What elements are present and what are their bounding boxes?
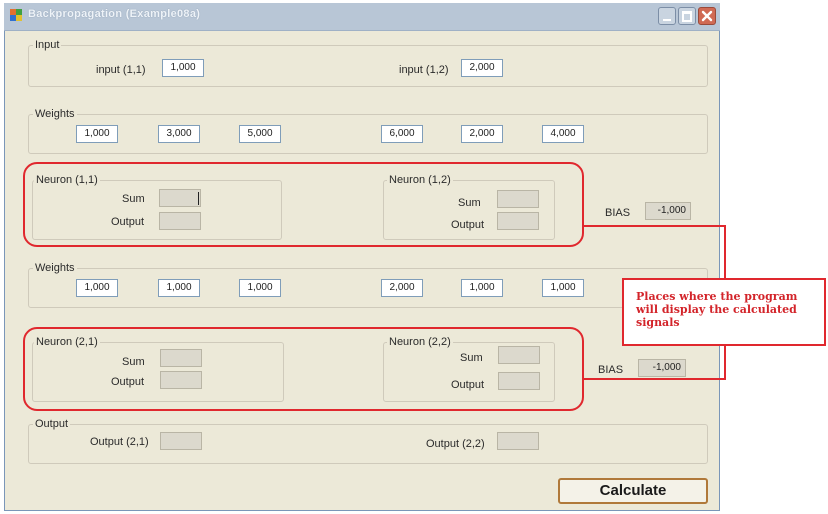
- minimize-icon[interactable]: [658, 7, 676, 25]
- weight2-field[interactable]: 1,000: [542, 279, 584, 297]
- weight1-field[interactable]: 1,000: [76, 125, 118, 143]
- output-2-2-field[interactable]: [497, 432, 539, 450]
- weights-layer1-group: [28, 114, 708, 154]
- weights-layer1-label: Weights: [33, 108, 77, 120]
- input-1-2-label: input (1,2): [399, 64, 449, 76]
- weight2-field[interactable]: 1,000: [461, 279, 503, 297]
- window-title: Backpropagation (Example08a): [28, 8, 201, 20]
- annotation-note: Places where the program will display th…: [622, 278, 826, 346]
- output-2-2-label: Output (2,2): [426, 438, 485, 450]
- output-2-1-label: Output (2,1): [90, 436, 149, 448]
- app-icon: [10, 9, 22, 21]
- output-2-1-field[interactable]: [160, 432, 202, 450]
- weights-layer2-label: Weights: [33, 262, 77, 274]
- weight1-field[interactable]: 2,000: [461, 125, 503, 143]
- weight1-field[interactable]: 6,000: [381, 125, 423, 143]
- input-1-1-label: input (1,1): [96, 64, 146, 76]
- highlight-layer1-outputs: [23, 162, 584, 247]
- weight1-field[interactable]: 5,000: [239, 125, 281, 143]
- input-1-1-field[interactable]: 1,000: [162, 59, 204, 77]
- input-group-label: Input: [33, 39, 62, 51]
- weight2-field[interactable]: 1,000: [76, 279, 118, 297]
- bias-1-field[interactable]: -1,000: [645, 202, 691, 220]
- weight2-field[interactable]: 2,000: [381, 279, 423, 297]
- weight2-field[interactable]: 1,000: [239, 279, 281, 297]
- weight1-field[interactable]: 3,000: [158, 125, 200, 143]
- input-1-2-field[interactable]: 2,000: [461, 59, 503, 77]
- weight2-field[interactable]: 1,000: [158, 279, 200, 297]
- weight1-field[interactable]: 4,000: [542, 125, 584, 143]
- output-group-label: Output: [33, 418, 71, 430]
- calculate-button[interactable]: Calculate: [558, 478, 708, 504]
- maximize-icon[interactable]: [678, 7, 696, 25]
- bias-1-label: BIAS: [605, 207, 631, 219]
- highlight-layer2-outputs: [23, 327, 584, 411]
- close-icon[interactable]: [698, 7, 716, 25]
